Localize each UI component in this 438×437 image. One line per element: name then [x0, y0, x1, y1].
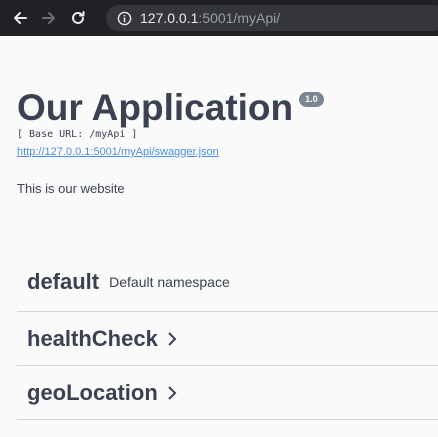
info-icon[interactable] — [116, 10, 132, 26]
chevron-right-icon[interactable] — [166, 383, 180, 403]
url-path: :5001/myApi/ — [198, 10, 281, 26]
namespace-name: healthCheck — [27, 325, 158, 351]
url-host: 127.0.0.1 — [140, 10, 199, 26]
forward-button[interactable] — [38, 7, 60, 29]
namespace-name: default — [27, 268, 100, 294]
chevron-right-icon[interactable] — [166, 329, 180, 349]
reload-icon — [72, 11, 85, 24]
namespace-geolocation[interactable]: geoLocation — [17, 366, 438, 420]
url-text: 127.0.0.1:5001/myApi/ — [140, 10, 280, 26]
namespace-name: geoLocation — [27, 379, 158, 405]
arrow-right-icon — [42, 12, 55, 24]
address-bar[interactable]: 127.0.0.1:5001/myApi/ — [106, 5, 438, 31]
arrow-left-icon — [14, 12, 27, 24]
title-row: Our Application 1.0 — [17, 86, 324, 130]
version-badge: 1.0 — [299, 92, 324, 107]
namespace-healthcheck[interactable]: healthCheck — [17, 312, 438, 366]
api-description: This is our website — [17, 181, 125, 196]
namespace-description: Default namespace — [109, 273, 230, 290]
browser-toolbar: 127.0.0.1:5001/myApi/ — [0, 0, 438, 36]
page-title: Our Application — [17, 87, 294, 128]
reload-button[interactable] — [67, 7, 89, 29]
back-button[interactable] — [9, 7, 31, 29]
namespace-default[interactable]: default Default namespace — [17, 252, 438, 312]
swagger-json-link[interactable]: http://127.0.0.1:5001/myApi/swagger.json — [17, 146, 219, 158]
base-url: [ Base URL: /myApi ] — [17, 129, 138, 140]
